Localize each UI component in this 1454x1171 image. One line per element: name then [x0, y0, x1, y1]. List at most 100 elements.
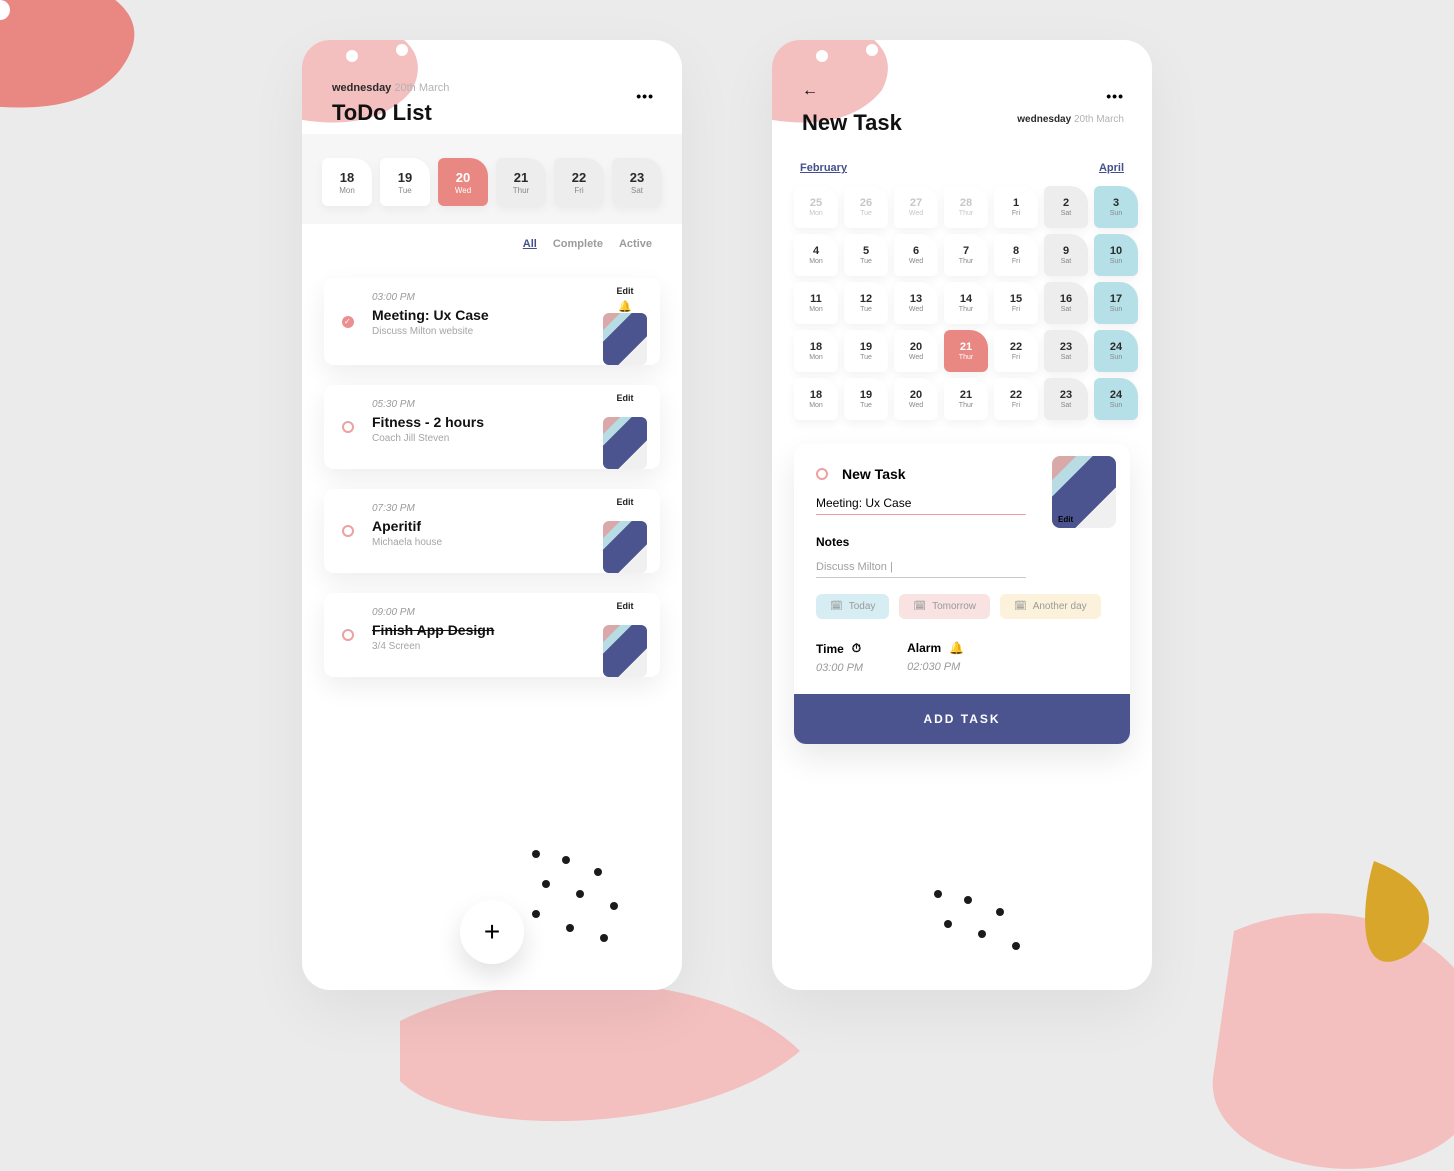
calendar-day[interactable]: 20Wed: [894, 378, 938, 420]
status-dot-icon[interactable]: [342, 525, 354, 537]
calendar-day[interactable]: 7Thur: [944, 234, 988, 276]
task-thumbnail: [603, 625, 647, 677]
day-cell[interactable]: 22Fri: [554, 158, 604, 206]
task-card[interactable]: 07:30 PMAperitifMichaela houseEdit: [324, 489, 660, 573]
page-title: ToDo List: [332, 100, 652, 126]
calendar-day[interactable]: 18Mon: [794, 330, 838, 372]
chip-tomorrow[interactable]: 🗓Tomorrow: [899, 594, 990, 619]
calendar-day[interactable]: 24Sun: [1094, 378, 1138, 420]
calendar-icon: 🗓: [913, 601, 926, 612]
edit-button[interactable]: Edit: [617, 489, 634, 511]
edit-button[interactable]: Edit: [617, 278, 634, 300]
next-month-link[interactable]: April: [1099, 162, 1124, 174]
chip-another-day[interactable]: 🗓Another day: [1000, 594, 1101, 619]
thumb-edit-label: Edit: [1058, 515, 1073, 524]
prev-month-link[interactable]: February: [800, 162, 847, 174]
filter-complete[interactable]: Complete: [553, 238, 603, 250]
day-cell[interactable]: 20Wed: [438, 158, 488, 206]
task-card[interactable]: 03:00 PMMeeting: Ux CaseDiscuss Milton w…: [324, 278, 660, 365]
task-time: 09:00 PM: [372, 607, 586, 618]
task-title: Fitness - 2 hours: [372, 414, 586, 430]
day-cell[interactable]: 19Tue: [380, 158, 430, 206]
calendar-day[interactable]: 11Mon: [794, 282, 838, 324]
calendar-day[interactable]: 23Sat: [1044, 330, 1088, 372]
filter-row: All Complete Active: [302, 224, 682, 254]
calendar-day[interactable]: 16Sat: [1044, 282, 1088, 324]
plus-icon: +: [484, 916, 500, 948]
task-thumbnail: [603, 417, 647, 469]
calendar-day[interactable]: 3Sun: [1094, 186, 1138, 228]
bell-icon: 🔔: [949, 641, 964, 655]
time-value[interactable]: 03:00 PM: [816, 662, 863, 674]
back-icon[interactable]: ←: [802, 82, 818, 100]
chip-today[interactable]: 🗓Today: [816, 594, 889, 619]
status-dot-icon[interactable]: [342, 421, 354, 433]
calendar-day[interactable]: 5Tue: [844, 234, 888, 276]
calendar-day[interactable]: 24Sun: [1094, 330, 1138, 372]
add-task-fab[interactable]: +: [460, 900, 524, 964]
calendar-day[interactable]: 28Thur: [944, 186, 988, 228]
calendar-day[interactable]: 6Wed: [894, 234, 938, 276]
more-icon[interactable]: •••: [1106, 88, 1124, 104]
filter-all[interactable]: All: [523, 238, 537, 250]
calendar-day[interactable]: 19Tue: [844, 378, 888, 420]
calendar-day[interactable]: 27Wed: [894, 186, 938, 228]
calendar-day[interactable]: 1Fri: [994, 186, 1038, 228]
task-title: Finish App Design: [372, 622, 586, 638]
calendar-day[interactable]: 18Mon: [794, 378, 838, 420]
task-subtitle: Michaela house: [372, 537, 586, 548]
alarm-value[interactable]: 02:030 PM: [907, 661, 964, 673]
add-task-button[interactable]: ADD TASK: [794, 694, 1130, 744]
status-dot-icon[interactable]: [342, 629, 354, 641]
task-subtitle: Coach Jill Steven: [372, 433, 586, 444]
header-date: wednesday 20th March: [332, 82, 652, 94]
calendar-day[interactable]: 2Sat: [1044, 186, 1088, 228]
day-cell[interactable]: 18Mon: [322, 158, 372, 206]
alarm-label: Alarm🔔: [907, 641, 964, 655]
calendar-day[interactable]: 12Tue: [844, 282, 888, 324]
edit-button[interactable]: Edit: [617, 385, 634, 407]
clock-icon: ⏱: [852, 641, 861, 656]
calendar-day[interactable]: 21Thur: [944, 330, 988, 372]
notes-label: Notes: [816, 535, 1108, 549]
calendar-day[interactable]: 15Fri: [994, 282, 1038, 324]
calendar-day[interactable]: 25Mon: [794, 186, 838, 228]
edit-button[interactable]: Edit: [617, 593, 634, 615]
calendar-day[interactable]: 19Tue: [844, 330, 888, 372]
calendar-day[interactable]: 14Thur: [944, 282, 988, 324]
calendar-icon: 🗓: [1014, 601, 1027, 612]
calendar-day[interactable]: 9Sat: [1044, 234, 1088, 276]
calendar-day[interactable]: 13Wed: [894, 282, 938, 324]
calendar-day[interactable]: 10Sun: [1094, 234, 1138, 276]
task-card[interactable]: 05:30 PM Fitness - 2 hours Coach Jill Stev…: [324, 385, 660, 469]
header-date: wednesday 20th March: [1017, 114, 1124, 125]
polka-dots-icon: [924, 890, 1074, 990]
phone-todo-list: wednesday 20th March ToDo List ••• 18Mon…: [302, 40, 682, 990]
day-cell[interactable]: 23Sat: [612, 158, 662, 206]
status-dot-icon[interactable]: [342, 316, 354, 328]
time-label: Time⏱: [816, 641, 863, 656]
task-time: 07:30 PM: [372, 503, 586, 514]
more-icon[interactable]: •••: [636, 88, 654, 104]
day-cell[interactable]: 21Thur: [496, 158, 546, 206]
phone-new-task: ← New Task ••• wednesday 20th March Febr…: [772, 40, 1152, 990]
calendar-day[interactable]: 22Fri: [994, 330, 1038, 372]
task-subtitle: Discuss Milton website: [372, 326, 586, 337]
calendar-day[interactable]: 8Fri: [994, 234, 1038, 276]
task-thumbnail: [603, 313, 647, 365]
filter-active[interactable]: Active: [619, 238, 652, 250]
calendar-day[interactable]: 21Thur: [944, 378, 988, 420]
calendar-day[interactable]: 20Wed: [894, 330, 938, 372]
task-name-input[interactable]: [816, 490, 1026, 515]
task-card[interactable]: 09:00 PMFinish App Design3/4 ScreenEdit: [324, 593, 660, 677]
task-time: 05:30 PM: [372, 399, 586, 410]
calendar-day[interactable]: 26Tue: [844, 186, 888, 228]
calendar-day[interactable]: 22Fri: [994, 378, 1038, 420]
calendar-day[interactable]: 4Mon: [794, 234, 838, 276]
task-thumbnail[interactable]: Edit: [1052, 456, 1116, 528]
calendar-day[interactable]: 17Sun: [1094, 282, 1138, 324]
polka-dots-icon: [522, 850, 672, 970]
new-task-card: Edit New Task Notes Discuss Milton | 🗓To…: [794, 444, 1130, 744]
notes-input[interactable]: Discuss Milton |: [816, 555, 1026, 578]
calendar-day[interactable]: 23Sat: [1044, 378, 1088, 420]
